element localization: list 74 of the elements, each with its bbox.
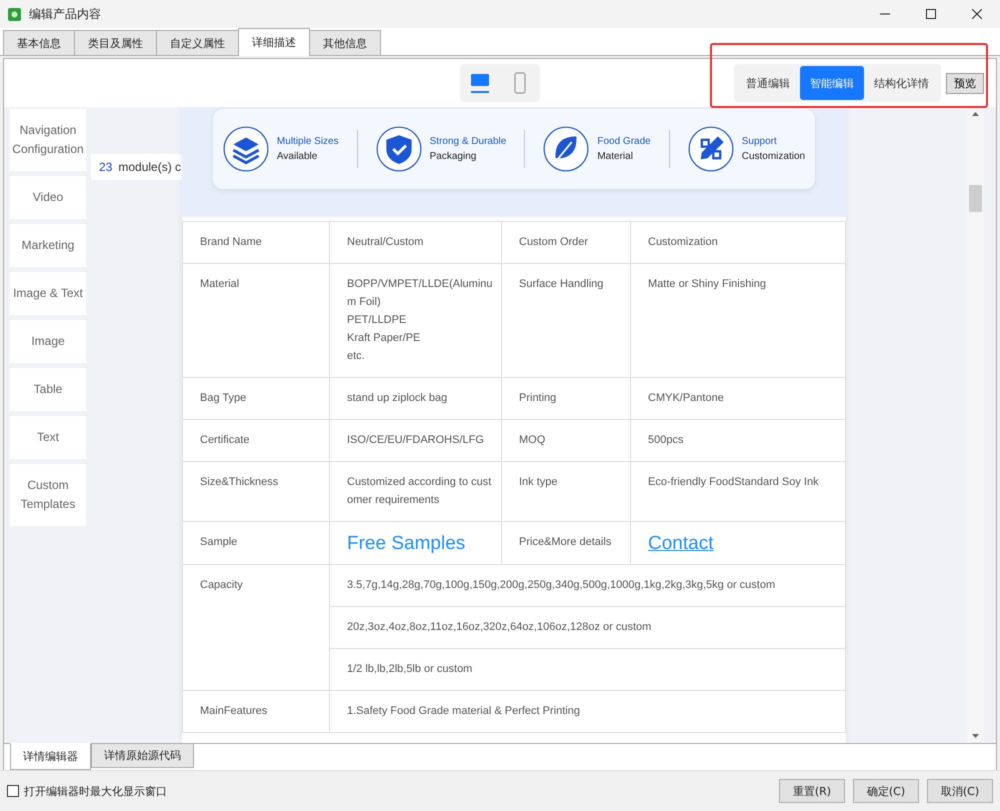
tab[interactable]: 基本信息 xyxy=(3,30,75,55)
tab[interactable]: 详细描述 xyxy=(238,28,310,56)
shield-icon xyxy=(376,126,422,172)
tab[interactable]: 其他信息 xyxy=(309,30,381,55)
table-cell: Price&More details xyxy=(502,522,630,564)
feature-subtitle: Customization xyxy=(742,150,806,164)
table-cell: Surface Handling xyxy=(502,264,630,378)
table-cell: Printing xyxy=(502,378,630,420)
table-cell: 1/2 lb,lb,2lb,5lb or custom xyxy=(330,648,846,690)
maximize-icon[interactable] xyxy=(926,9,936,19)
close-icon[interactable] xyxy=(972,9,982,19)
table-cell: CMYK/Pantone xyxy=(630,378,846,420)
feature-subtitle: Material xyxy=(597,150,634,164)
table-cell: Bag Type xyxy=(182,378,330,420)
table-cell: MOQ xyxy=(502,420,630,462)
table-cell: Size&Thickness xyxy=(182,462,330,522)
module-item[interactable]: Navigation Configuration xyxy=(10,109,86,171)
module-item[interactable]: Image xyxy=(10,320,86,363)
table-cell: Eco-friendly FoodStandard Soy Ink xyxy=(630,462,846,522)
table-cell: Matte or Shiny Finishing xyxy=(630,264,846,378)
feature-subtitle: Packaging xyxy=(430,150,478,164)
tools-icon xyxy=(688,126,734,172)
table-cell: Free Samples xyxy=(330,522,502,564)
module-item[interactable]: Video xyxy=(10,176,86,219)
edit-mode-option[interactable]: 结构化详情 xyxy=(864,66,939,100)
tab[interactable]: 详情原始源代码 xyxy=(91,744,194,768)
table-cell: stand up ziplock bag xyxy=(330,378,502,420)
module-item[interactable]: Custom Templates xyxy=(10,464,86,526)
table-cell: BOPP/VMPET/LLDE(Aluminum Foil) PET/LLDPE Kraft Paper/PE etc. xyxy=(330,264,502,378)
dialog-button[interactable]: 重置(R) xyxy=(779,779,845,803)
table-cell: Custom Order xyxy=(502,222,630,264)
edit-mode-option[interactable]: 智能编辑 xyxy=(800,66,864,100)
edit-mode-option[interactable]: 普通编辑 xyxy=(736,66,800,100)
app-icon xyxy=(8,8,21,20)
table-cell: Customization xyxy=(630,222,846,264)
table-cell: 500pcs xyxy=(630,420,846,462)
feature-title: Food Grade xyxy=(597,135,651,149)
dialog-button[interactable]: 取消(C) xyxy=(927,779,993,803)
table-cell: Brand Name xyxy=(182,222,330,264)
table-cell: 3.5,7g,14g,28g,70g,100g,150g,200g,250g,340g,500g,1000g,1kg,2kg,3kg,5kg or custom xyxy=(330,564,846,606)
feature-subtitle: Available xyxy=(276,150,318,164)
table-cell: Sample xyxy=(182,522,330,564)
table-cell: 1.Safety Food Grade material & Perfect Printing xyxy=(330,690,846,732)
leaf-icon xyxy=(543,126,590,172)
table-cell: Material xyxy=(182,264,330,378)
feature-title: Support xyxy=(742,135,778,149)
window-title: 编辑产品内容 xyxy=(29,6,101,22)
tab[interactable]: 详情编辑器 xyxy=(10,743,91,770)
module-item[interactable]: Marketing xyxy=(10,224,86,267)
checkbox-label: 打开编辑器时最大化显示窗口 xyxy=(24,784,167,798)
scrollbar[interactable] xyxy=(967,107,984,743)
count-label: module(s) c xyxy=(118,160,182,174)
table-cell: MainFeatures xyxy=(182,690,330,732)
module-item[interactable]: Text xyxy=(10,416,86,459)
feature-title: Strong & Durable xyxy=(430,135,506,149)
desktop-icon[interactable] xyxy=(470,71,490,95)
layers-icon xyxy=(222,126,269,172)
module-item[interactable]: Image & Text xyxy=(10,272,86,315)
dialog-button[interactable]: 确定(C) xyxy=(853,779,919,803)
table-cell: Ink type xyxy=(502,462,630,522)
count-number: 23 xyxy=(99,160,112,174)
tab[interactable]: 类目及属性 xyxy=(74,30,157,55)
tab[interactable]: 自定义属性 xyxy=(156,30,239,55)
table-cell: Certificate xyxy=(182,420,330,462)
table-cell: Capacity xyxy=(182,564,330,690)
table-cell: 20z,3oz,4oz,8oz,11oz,16oz,320z,64oz,106oz,128oz or custom xyxy=(330,606,846,648)
module-item[interactable]: Table xyxy=(10,368,86,411)
feature-title: Multiple Sizes xyxy=(276,135,339,149)
table-cell: Customized according to customer requirements xyxy=(330,462,502,522)
phone-icon[interactable] xyxy=(514,72,526,94)
preview-button[interactable]: 预览 xyxy=(946,72,984,94)
table-cell: Neutral/Custom xyxy=(330,222,502,264)
checkbox[interactable] xyxy=(7,785,19,797)
table-cell: ISO/CE/EU/FDAROHS/LFG xyxy=(330,420,502,462)
